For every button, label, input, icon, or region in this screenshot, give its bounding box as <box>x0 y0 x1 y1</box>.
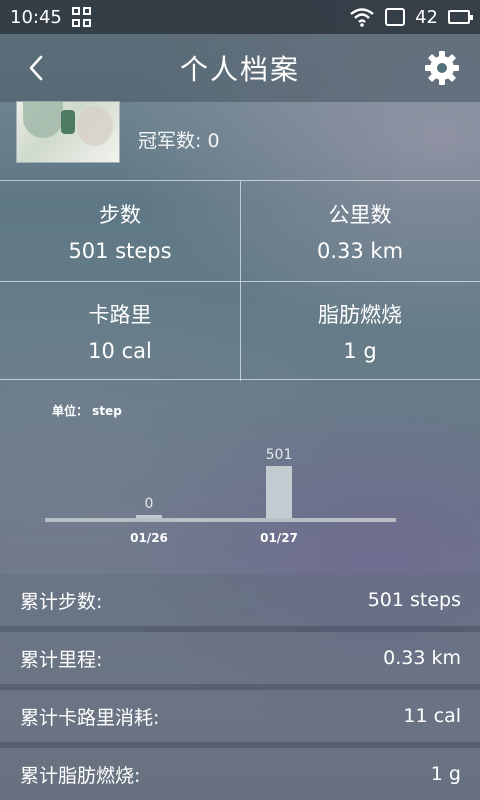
grid-icon <box>71 7 92 27</box>
stat-label: 卡路里 <box>88 303 152 327</box>
settings-button[interactable] <box>422 48 462 88</box>
stat-value: 1 g <box>343 339 377 363</box>
stat-calories: 卡路里 10 cal <box>0 281 240 381</box>
stat-distance: 公里数 0.33 km <box>240 181 480 281</box>
chart-unit-label: 单位： step <box>52 403 122 418</box>
stat-value: 0.33 km <box>316 239 404 263</box>
chart-x-tick-label: 01/27 <box>260 531 298 545</box>
chart-data-label: 501 <box>266 447 293 463</box>
chevron-left-icon <box>29 55 43 81</box>
chart-x-tick-label: 01/26 <box>130 531 168 545</box>
total-label: 累计卡路里消耗: <box>20 706 160 729</box>
stats-grid: 步数 501 steps 公里数 0.33 km 卡路里 10 cal 脂肪燃烧… <box>0 180 480 381</box>
total-row-calories: 累计卡路里消耗: 11 cal <box>0 690 480 742</box>
sim-icon <box>385 8 406 26</box>
status-time: 10:45 <box>10 6 62 28</box>
totals-list: 累计步数: 501 steps 累计里程: 0.33 km 累计卡路里消耗: 1… <box>0 571 480 800</box>
total-row-fat-burn: 累计脂肪燃烧: 1 g <box>0 748 480 800</box>
wifi-icon <box>350 8 374 27</box>
total-label: 累计步数: <box>20 590 103 613</box>
total-row-distance: 累计里程: 0.33 km <box>0 632 480 684</box>
total-value: 1 g <box>430 763 461 785</box>
page-title: 个人档案 <box>179 53 300 86</box>
stat-fat-burn: 脂肪燃烧 1 g <box>240 281 480 381</box>
app-header: 个人档案 <box>0 34 480 102</box>
profile-summary: 冠军数: 0 <box>0 102 480 180</box>
chart-bar-01-27 <box>266 466 292 518</box>
chart-baseline <box>45 518 396 522</box>
stat-value: 501 steps <box>68 239 172 263</box>
battery-icon <box>448 10 473 24</box>
stat-steps: 步数 501 steps <box>0 181 240 281</box>
stat-label: 脂肪燃烧 <box>318 303 402 327</box>
champions-count: 冠军数: 0 <box>138 130 220 152</box>
back-button[interactable] <box>16 48 56 88</box>
status-bar: 10:45 42 <box>0 0 480 34</box>
total-value: 501 steps <box>367 589 461 611</box>
steps-chart-svg: 单位： step 0 01/26 501 01/27 <box>45 403 396 545</box>
steps-chart: 单位： step 0 01/26 501 01/27 <box>0 381 480 561</box>
total-label: 累计脂肪燃烧: <box>20 764 141 787</box>
stat-label: 步数 <box>99 203 141 227</box>
total-value: 0.33 km <box>383 647 461 669</box>
stat-label: 公里数 <box>328 203 392 227</box>
status-indicators: 42 <box>349 6 473 28</box>
total-label: 累计里程: <box>20 648 103 671</box>
total-row-steps: 累计步数: 501 steps <box>0 574 480 626</box>
chart-bar-01-26 <box>136 515 162 518</box>
total-value: 11 cal <box>403 705 461 727</box>
chart-data-label: 0 <box>145 496 154 512</box>
avatar[interactable] <box>17 102 119 162</box>
battery-level: 42 <box>415 6 438 28</box>
gear-icon <box>425 51 459 85</box>
stat-value: 10 cal <box>88 339 152 363</box>
